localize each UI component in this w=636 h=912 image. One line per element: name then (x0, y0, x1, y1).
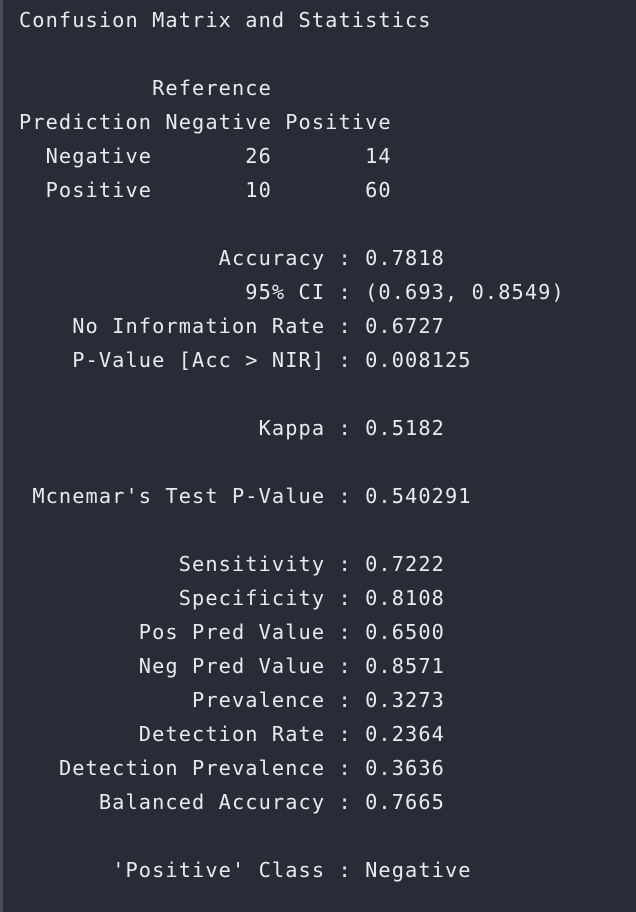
stat-value: 0.7818 (365, 246, 445, 270)
console-output-panel: Confusion Matrix and Statistics Referenc… (0, 0, 636, 912)
stat-value: Negative (365, 858, 472, 882)
stat-value: 0.6500 (365, 620, 445, 644)
stat-label: Detection Rate (138, 722, 326, 746)
matrix-row-label: Negative (45, 144, 153, 168)
stat-value: (0.693, 0.8549) (365, 280, 565, 304)
matrix-cell: 10 (245, 178, 272, 202)
stat-separator: : (325, 654, 366, 678)
matrix-cell: 60 (365, 178, 392, 202)
stat-label: Prevalence (192, 688, 326, 712)
stat-value: 0.3636 (365, 756, 445, 780)
stat-separator: : (325, 314, 366, 338)
stat-label: 'Positive' Class (112, 858, 326, 882)
stat-value: 0.7665 (365, 790, 445, 814)
stat-label: Mcnemar's Test P-Value (32, 484, 326, 508)
stat-value: 0.540291 (365, 484, 472, 508)
matrix-prediction-header: Prediction (19, 110, 153, 134)
stat-label: Pos Pred Value (138, 620, 326, 644)
stat-label: 95% CI (245, 280, 326, 304)
matrix-column-positive: Positive (285, 110, 392, 134)
stat-value: 0.3273 (365, 688, 445, 712)
stat-separator: : (325, 688, 366, 712)
r-console-output: Confusion Matrix and Statistics Referenc… (19, 3, 565, 887)
stat-separator: : (325, 348, 366, 372)
stat-value: 0.5182 (365, 416, 445, 440)
stat-label: Accuracy (218, 246, 326, 270)
stat-separator: : (325, 280, 366, 304)
matrix-cell: 14 (365, 144, 392, 168)
stat-separator: : (325, 416, 366, 440)
stat-label: No Information Rate (72, 314, 326, 338)
stat-label: Sensitivity (178, 552, 326, 576)
stat-separator: : (325, 722, 366, 746)
stat-label: Specificity (178, 586, 326, 610)
stat-separator: : (325, 484, 366, 508)
stat-separator: : (325, 552, 366, 576)
stat-value: 0.008125 (365, 348, 472, 372)
matrix-cell: 26 (245, 144, 272, 168)
stat-separator: : (325, 756, 366, 780)
matrix-row-label: Positive (45, 178, 153, 202)
output-title: Confusion Matrix and Statistics (19, 8, 432, 32)
stat-label: Detection Prevalence (58, 756, 326, 780)
stat-value: 0.2364 (365, 722, 445, 746)
stat-label: Neg Pred Value (138, 654, 326, 678)
stat-separator: : (325, 790, 366, 814)
stat-value: 0.7222 (365, 552, 445, 576)
matrix-column-negative: Negative (165, 110, 272, 134)
stat-separator: : (325, 620, 366, 644)
matrix-reference-header: Reference (152, 76, 272, 100)
stat-separator: : (325, 858, 366, 882)
stat-separator: : (325, 246, 366, 270)
stat-separator: : (325, 586, 366, 610)
stat-label: Balanced Accuracy (98, 790, 326, 814)
stat-value: 0.8108 (365, 586, 445, 610)
stat-value: 0.6727 (365, 314, 445, 338)
stat-label: Kappa (258, 416, 326, 440)
stat-label: P-Value [Acc > NIR] (72, 348, 326, 372)
stat-value: 0.8571 (365, 654, 445, 678)
